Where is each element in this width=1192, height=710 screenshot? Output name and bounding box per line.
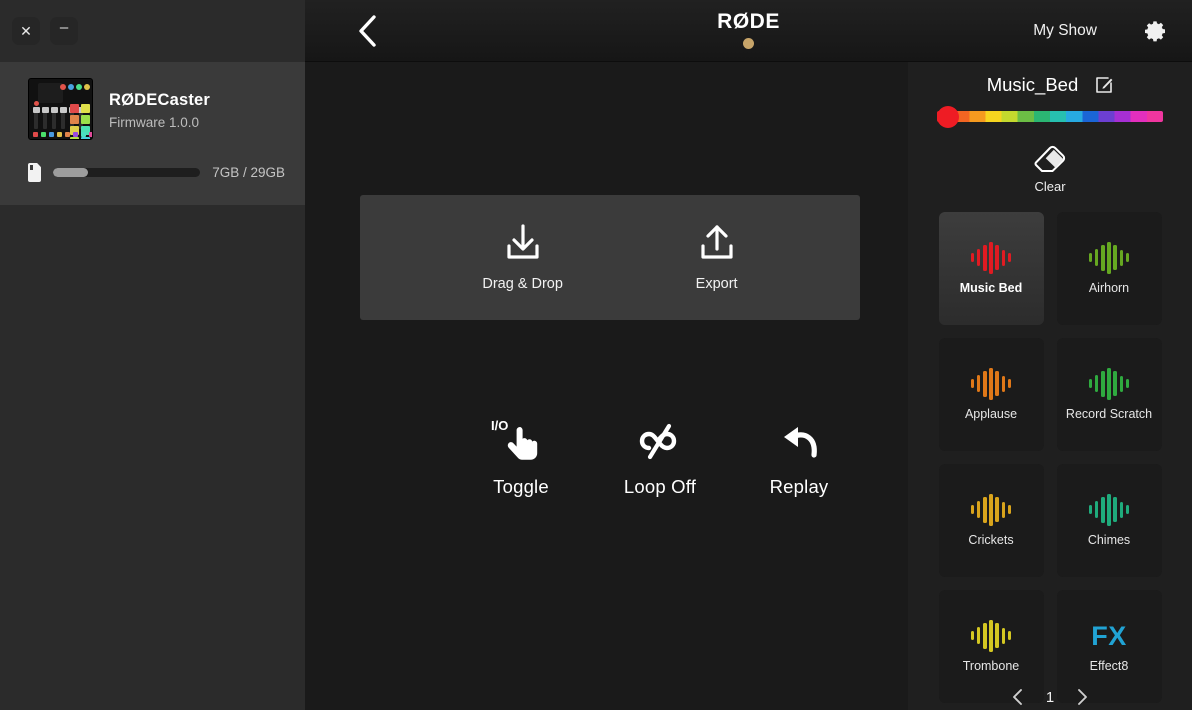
storage-text: 7GB / 29GB — [212, 165, 285, 180]
export-label: Export — [695, 275, 738, 292]
pad-label: Airhorn — [1088, 280, 1130, 295]
loop-off-icon-wrap — [629, 417, 691, 465]
upload-tray-icon — [701, 224, 733, 259]
pad-grid: Music Bed Airhorn Applause Record Scratch Cr… — [938, 212, 1162, 703]
device-name: RØDECaster — [109, 90, 211, 109]
toggle-icon-wrap: I/O — [490, 417, 552, 465]
loop-off-button[interactable]: Loop Off — [612, 417, 708, 498]
loop-off-icon — [639, 423, 677, 460]
pads-panel: Music_Bed Clear Music Bed Airhorn Applau… — [908, 62, 1192, 710]
pad-title-row: Music_Bed — [987, 74, 1114, 96]
pad-label: Crickets — [968, 532, 1014, 547]
chevron-left-icon — [359, 14, 376, 47]
main-region: RØDE My Show Drag & Drop Export I/O Togg… — [305, 0, 1192, 710]
svg-text:I/O: I/O — [491, 418, 508, 433]
pad-chimes[interactable]: Chimes — [1056, 464, 1162, 577]
color-slider-track[interactable] — [937, 111, 1163, 122]
loop-off-label: Loop Off — [623, 476, 697, 497]
sd-card-icon — [28, 163, 41, 182]
action-buttons: I/O Toggle Loop Off Replay — [473, 417, 847, 498]
close-icon: ✕ — [20, 23, 32, 39]
brand-dot-icon — [743, 38, 754, 49]
pad-label: Trombone — [962, 658, 1020, 673]
clear-label: Clear — [1034, 179, 1066, 194]
toggle-button[interactable]: I/O Toggle — [473, 417, 569, 498]
drag-and-drop-button[interactable]: Drag & Drop — [482, 223, 563, 292]
header-right: My Show — [1033, 19, 1192, 43]
pager: 1 — [908, 688, 1192, 706]
device-row: RØDECaster Firmware 1.0.0 — [28, 78, 285, 140]
waveform-icon — [970, 493, 1012, 526]
edit-pencil-icon — [1096, 77, 1113, 93]
fx-text-icon: FX — [1091, 620, 1127, 651]
pad-label: Record Scratch — [1065, 406, 1153, 421]
pager-page-number: 1 — [1045, 688, 1055, 706]
pad-trombone[interactable]: Trombone — [938, 590, 1044, 703]
waveform-icon — [1088, 493, 1130, 526]
device-firmware: Firmware 1.0.0 — [109, 114, 200, 130]
minimize-icon: – — [59, 19, 69, 36]
pad-applause[interactable]: Applause — [938, 338, 1044, 451]
waveform-icon — [970, 619, 1012, 652]
waveform-icon — [1088, 241, 1130, 274]
pad-music-bed[interactable]: Music Bed — [938, 212, 1044, 325]
minimize-button[interactable]: – — [50, 17, 78, 45]
pager-next-button[interactable] — [1076, 688, 1089, 706]
center-panel: Drag & Drop Export I/O Toggle Loop Off R… — [305, 62, 908, 710]
pad-label: Applause — [964, 406, 1018, 421]
pad-label: Chimes — [1087, 532, 1131, 547]
sidebar: ✕ – RØDECaster Firmware 1.0.0 7GB / 29GB — [0, 0, 305, 710]
waveform-icon — [970, 367, 1012, 400]
pad-record-scratch[interactable]: Record Scratch — [1056, 338, 1162, 451]
brand-text: RØDE — [717, 10, 780, 33]
gear-icon — [1145, 20, 1165, 41]
toggle-hand-io-icon: I/O — [491, 418, 538, 460]
clear-button[interactable]: Clear — [1033, 144, 1067, 194]
app-root: ✕ – RØDECaster Firmware 1.0.0 7GB / 29GB… — [0, 0, 1192, 710]
body-area: Drag & Drop Export I/O Toggle Loop Off R… — [305, 62, 1192, 710]
show-name[interactable]: My Show — [1033, 22, 1097, 40]
back-button[interactable] — [339, 14, 395, 48]
download-tray-icon — [507, 223, 539, 259]
device-card[interactable]: RØDECaster Firmware 1.0.0 7GB / 29GB — [0, 62, 305, 205]
drag-and-drop-label: Drag & Drop — [482, 275, 563, 292]
pager-prev-button[interactable] — [1011, 688, 1024, 706]
storage-progress-bar — [53, 168, 201, 177]
chevron-left-icon — [1012, 689, 1022, 705]
rodecaster-device-image — [28, 78, 93, 140]
pad-color-slider[interactable] — [937, 105, 1163, 128]
replay-label: Replay — [769, 476, 829, 497]
pad-label: Music Bed — [959, 280, 1023, 295]
pad-airhorn[interactable]: Airhorn — [1056, 212, 1162, 325]
waveform-icon — [1088, 367, 1130, 400]
color-slider-knob[interactable] — [937, 105, 959, 128]
app-header: RØDE My Show — [305, 0, 1192, 62]
storage-progress-fill — [53, 168, 89, 177]
dropzone-panel[interactable]: Drag & Drop Export — [360, 195, 860, 320]
waveform-icon — [970, 241, 1012, 274]
window-titlebar: ✕ – — [0, 0, 305, 62]
toggle-label: Toggle — [493, 476, 549, 497]
edit-pad-name-button[interactable] — [1095, 76, 1113, 94]
pad-label: Effect8 — [1089, 658, 1129, 673]
close-button[interactable]: ✕ — [12, 17, 40, 45]
settings-button[interactable] — [1144, 19, 1168, 43]
pad-crickets[interactable]: Crickets — [938, 464, 1044, 577]
eraser-icon — [1034, 145, 1066, 172]
device-meta: RØDECaster Firmware 1.0.0 — [109, 89, 210, 130]
storage-row: 7GB / 29GB — [28, 163, 285, 182]
pad-title: Music_Bed — [986, 74, 1079, 95]
replay-arrow-icon — [784, 427, 817, 458]
replay-icon-wrap — [768, 417, 830, 465]
export-button[interactable]: Export — [696, 224, 738, 292]
pad-effect8[interactable]: FX Effect8 — [1056, 590, 1162, 703]
chevron-right-icon — [1078, 689, 1088, 705]
replay-button[interactable]: Replay — [751, 417, 847, 498]
